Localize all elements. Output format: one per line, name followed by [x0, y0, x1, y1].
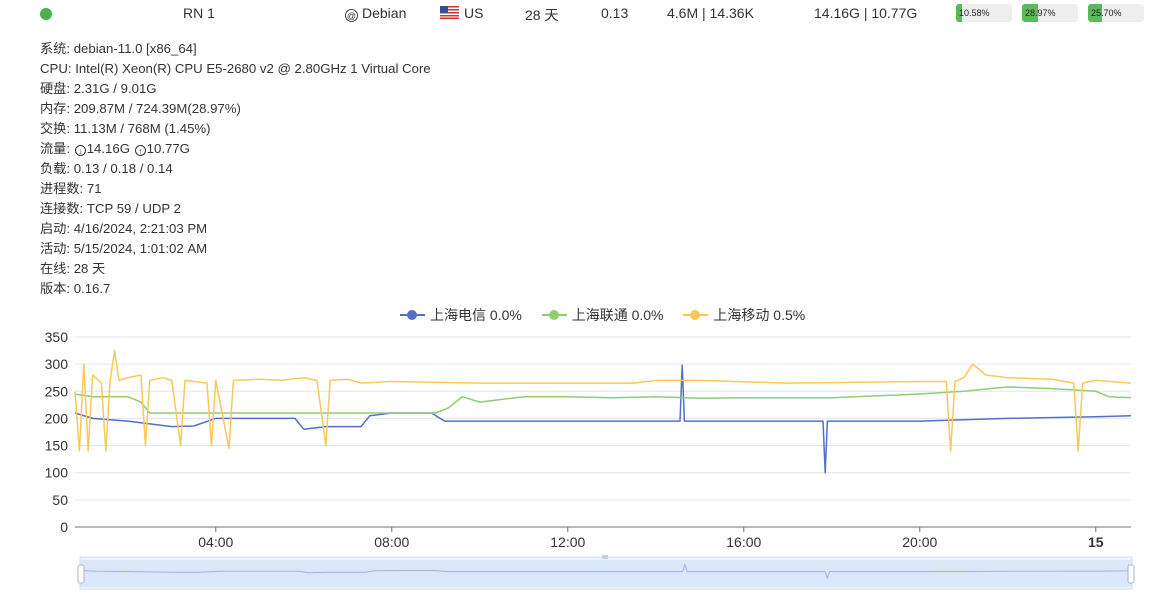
- chart-grid: [75, 336, 1131, 528]
- y-tick-label: 150: [45, 438, 69, 454]
- zoom-selection[interactable]: [80, 560, 1132, 587]
- zoom-drag-handle[interactable]: [602, 555, 608, 559]
- y-tick-label: 100: [45, 465, 69, 481]
- zoom-right-handle[interactable]: [1127, 564, 1135, 584]
- chart-series: [74, 349, 1132, 474]
- x-tick-label: 04:00: [198, 534, 233, 550]
- x-tick-label: 20:00: [902, 534, 937, 550]
- y-tick-label: 200: [45, 410, 69, 426]
- y-tick-label: 300: [45, 356, 69, 372]
- series-line-mobile: [74, 349, 1132, 452]
- chart-axes: 0 50 100 150 200 250 300 350 04:00 08:00 12:00 16:0…: [45, 329, 1104, 550]
- x-tick-label: 12:00: [550, 534, 585, 550]
- data-zoom-slider: [77, 555, 1135, 590]
- x-tick-label: 16:00: [726, 534, 761, 550]
- zoom-left-handle[interactable]: [77, 564, 85, 584]
- latency-chart: 0 50 100 150 200 250 300 350 04:00 08:00 12:00 16:0…: [45, 329, 1135, 590]
- x-tick-label: 15: [1088, 534, 1104, 550]
- y-tick-label: 0: [60, 519, 68, 535]
- y-tick-label: 250: [45, 383, 69, 399]
- x-tick-label: 08:00: [374, 534, 409, 550]
- y-tick-label: 350: [45, 329, 69, 345]
- y-tick-label: 50: [52, 492, 68, 508]
